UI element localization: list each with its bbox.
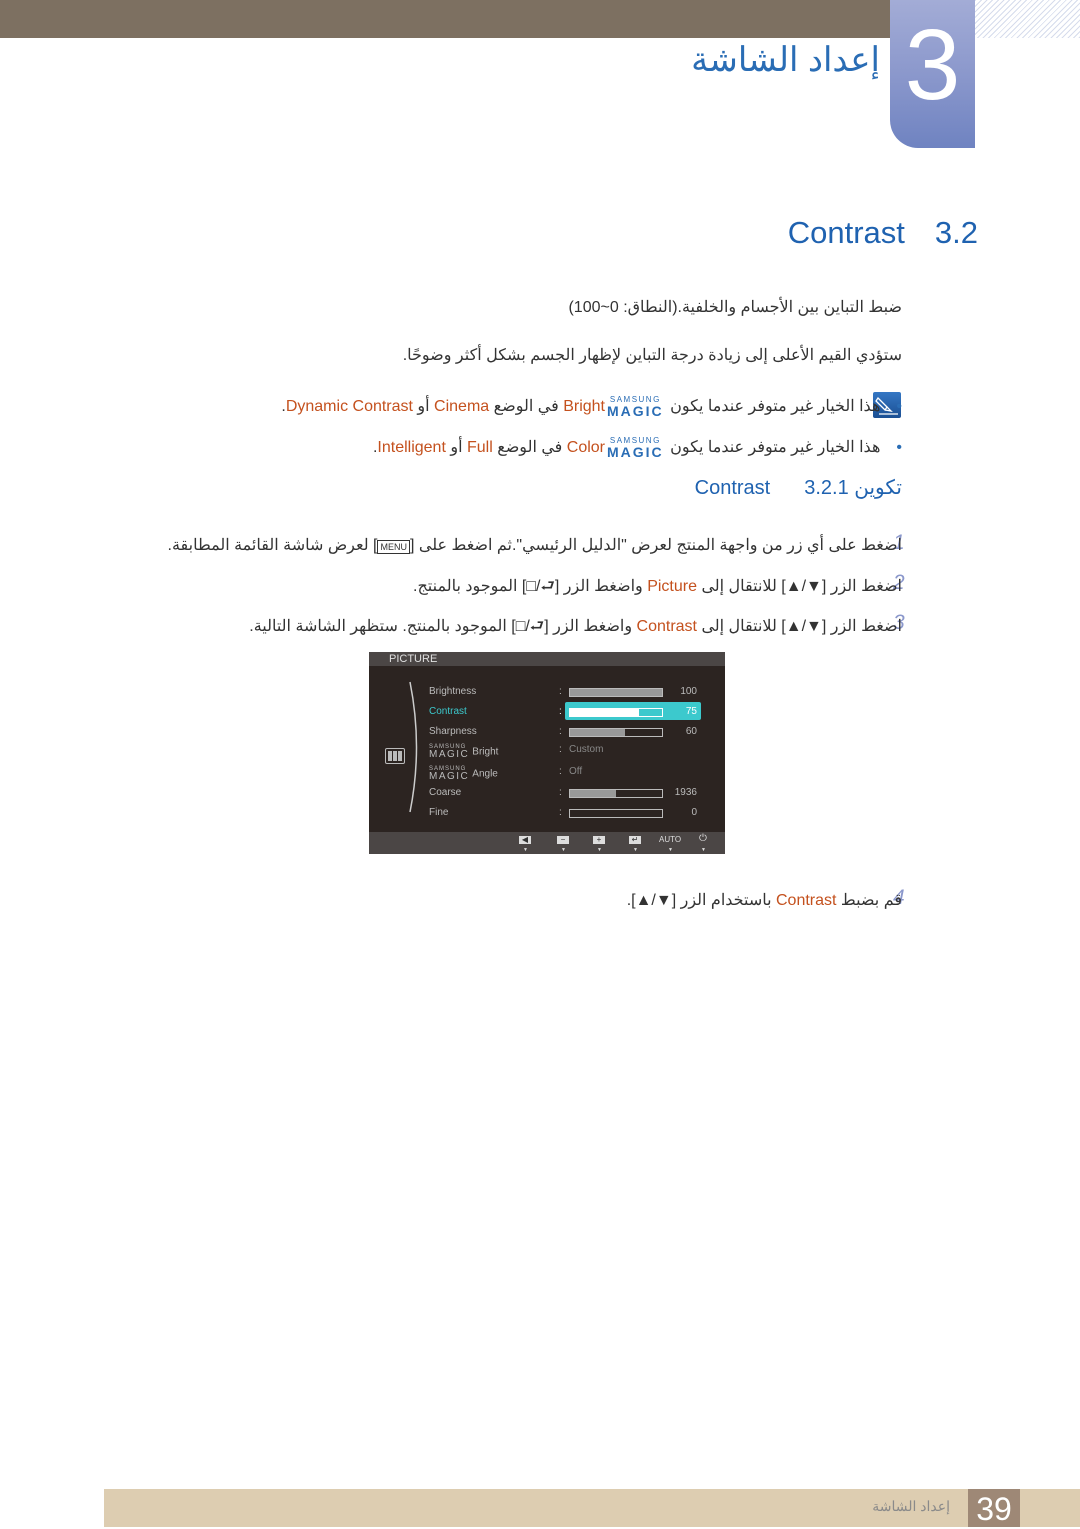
osd-colon: : [559, 766, 562, 777]
osd-slider[interactable] [569, 728, 663, 737]
osd-row-angle[interactable]: SAMSUNG MAGIC Angle: Off [429, 762, 705, 782]
samsung-magic-logo: SAMSUNG MAGIC [429, 744, 470, 760]
arrow-down-icon: ▼ [633, 847, 638, 853]
osd-power-button[interactable]: ⏻ [699, 833, 707, 844]
osd-row-value: 100 [680, 686, 697, 697]
osd-row-value: 75 [685, 706, 697, 717]
osd-colon: : [559, 744, 562, 755]
osd-enter-button[interactable]: ↵ [629, 836, 641, 844]
picture-menu-icon [385, 748, 405, 764]
top-banner [0, 0, 890, 38]
arrow-down-icon: ▼ [701, 847, 706, 853]
step-4: قم بضبط Contrast باستخدام الزر [▼/▲]. [626, 892, 902, 909]
arrow-down-icon: ▼ [668, 847, 673, 853]
osd-colon: : [559, 706, 562, 717]
osd-slider[interactable] [569, 708, 663, 717]
subsection-heading: تكوين Contrast3.2.1 [695, 475, 902, 500]
osd-row-label: Contrast [429, 706, 467, 717]
note-item: •هذا الخيار غير متوفر عندما يكون SAMSUNG… [281, 395, 902, 419]
osd-row-label: Coarse [429, 787, 462, 798]
intro-line-1: ضبط التباين بين الأجسام والخلفية.(النطاق… [568, 299, 902, 316]
samsung-magic-logo: SAMSUNG MAGIC [429, 766, 470, 782]
osd-colon: : [559, 686, 562, 697]
osd-row-bright[interactable]: SAMSUNG MAGIC Bright: Custom [429, 740, 705, 760]
osd-plus-button[interactable]: + [593, 836, 605, 844]
arrow-down-icon: ▼ [561, 847, 566, 853]
osd-title: PICTURE [369, 652, 725, 666]
osd-slider[interactable] [569, 789, 663, 798]
osd-row-sharpness[interactable]: Sharpness: 60 [429, 722, 705, 742]
osd-auto-button[interactable]: AUTO [659, 835, 681, 844]
osd-row-label: SAMSUNG MAGIC Bright [429, 744, 499, 760]
bullet-icon: • [896, 439, 902, 457]
section-heading: Contrast 3.2 [788, 215, 978, 251]
section-number: 3.2 [934, 215, 978, 250]
chapter-title: إعداد الشاشة [691, 41, 880, 79]
step-2: اضغط الزر [▼/▲] للانتقال إلى Picture واض… [413, 578, 902, 595]
osd-row-value: 60 [685, 726, 697, 737]
chapter-number: 3 [904, 9, 961, 121]
samsung-magic-logo: SAMSUNG MAGIC [607, 395, 664, 419]
osd-row-fine[interactable]: Fine: 0 [429, 803, 705, 823]
note-item: •هذا الخيار غير متوفر عندما يكون SAMSUNG… [372, 436, 902, 460]
osd-row-value: 0 [691, 807, 697, 818]
osd-minus-button[interactable]: − [557, 836, 569, 844]
osd-slider[interactable] [569, 809, 663, 818]
osd-colon: : [559, 726, 562, 737]
osd-picture-menu: PICTURE Brightness: 100 Contrast: 75 Sharpne… [369, 652, 725, 854]
intro-line-2: ستؤدي القيم الأعلى إلى زيادة درجة التباي… [402, 347, 902, 364]
samsung-magic-logo: SAMSUNG MAGIC [607, 436, 664, 460]
osd-row-brightness[interactable]: Brightness: 100 [429, 682, 705, 702]
section-title: Contrast [787, 215, 905, 250]
osd-colon: : [559, 807, 562, 818]
osd-row-contrast[interactable]: Contrast: 75 [429, 702, 705, 722]
osd-row-label: Brightness [429, 686, 477, 697]
arrow-down-icon: ▼ [523, 847, 528, 853]
osd-left-button[interactable]: ◀ [519, 836, 531, 844]
osd-row-coarse[interactable]: Coarse: 1936 [429, 783, 705, 803]
osd-row-label: Sharpness [429, 726, 477, 737]
osd-row-label: Fine [429, 807, 449, 818]
footer-chapter-title: إعداد الشاشة [872, 1498, 950, 1514]
subsection-title: تكوين Contrast [694, 477, 902, 499]
osd-slider[interactable] [569, 688, 663, 697]
page-number: 39 [968, 1489, 1020, 1527]
osd-row-value: Off [569, 766, 583, 777]
osd-row-value: Custom [569, 744, 604, 755]
osd-row-label: SAMSUNG MAGIC Angle [429, 766, 498, 782]
hatch-pattern [975, 0, 1080, 38]
menu-key: MENU [377, 540, 410, 554]
bullet-icon: • [896, 398, 902, 416]
step-3: اضغط الزر [▼/▲] للانتقال إلى Contrast وا… [249, 618, 902, 635]
osd-row-value: 1936 [674, 787, 697, 798]
osd-colon: : [559, 787, 562, 798]
subsection-number: 3.2.1 [804, 477, 849, 499]
osd-button-bar: ◀ − + ↵ AUTO ⏻ ▼ ▼ ▼ ▼ ▼ ▼ [369, 832, 725, 854]
osd-arc-decoration [409, 681, 418, 813]
arrow-down-icon: ▼ [597, 847, 602, 853]
step-1: اضغط على أي زر من واجهة المنتج لعرض "الد… [167, 537, 902, 554]
